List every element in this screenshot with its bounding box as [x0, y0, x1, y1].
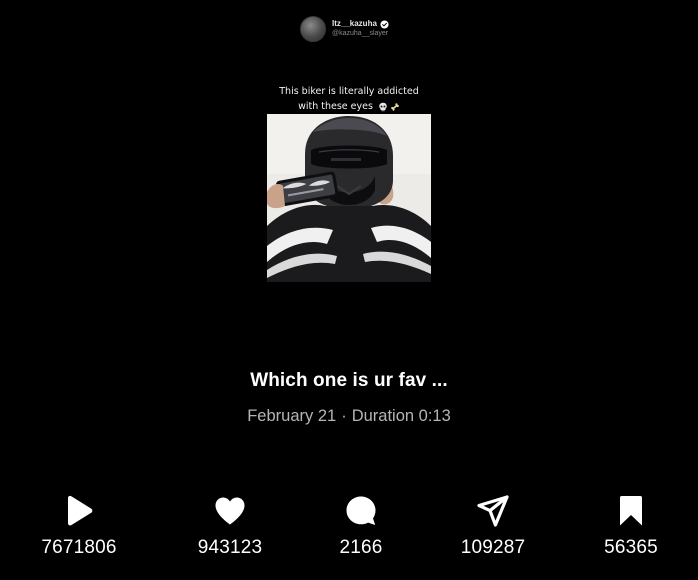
- caption-emojis: [378, 102, 400, 112]
- saves-count: 56365: [604, 537, 658, 558]
- post-date: February 21: [247, 407, 337, 425]
- thumbnail-image: [267, 114, 431, 282]
- shares-button[interactable]: 109287: [438, 494, 548, 559]
- comment-icon: [344, 494, 378, 528]
- plays-button[interactable]: 7671806: [24, 494, 134, 559]
- action-bar: 7671806 943123 2166 109287 56365: [0, 494, 698, 574]
- profile-name-row: Itz__kazuha: [332, 19, 389, 29]
- post-title: Which one is ur fav ...: [250, 370, 448, 391]
- post-meta: February 21 · Duration 0:13: [0, 407, 698, 426]
- play-icon: [62, 494, 96, 528]
- saves-button[interactable]: 56365: [576, 494, 686, 559]
- profile-handle: @kazuha__slayer: [332, 30, 389, 38]
- caption-line-2: with these eyes: [298, 101, 373, 112]
- verified-badge-icon: [380, 20, 389, 29]
- skull-icon: [379, 102, 387, 111]
- send-icon: [476, 494, 510, 528]
- video-thumbnail[interactable]: [267, 114, 431, 282]
- meta-separator: ·: [341, 407, 347, 425]
- caption-line-1: This biker is literally addicted: [279, 86, 419, 97]
- profile-header[interactable]: Itz__kazuha @kazuha__slayer: [300, 16, 389, 42]
- heart-icon: [213, 494, 247, 528]
- profile-text: Itz__kazuha @kazuha__slayer: [332, 19, 389, 38]
- bookmark-icon: [614, 494, 648, 528]
- likes-count: 943123: [197, 537, 263, 558]
- caption-line-2-row: with these eyes: [259, 99, 439, 114]
- plays-count: 7671806: [41, 537, 117, 558]
- video-caption-overlay: This biker is literally addicted with th…: [259, 84, 439, 114]
- likes-button[interactable]: 943123: [175, 494, 285, 559]
- comments-button[interactable]: 2166: [306, 494, 416, 559]
- bone-icon: [391, 102, 399, 111]
- avatar[interactable]: [300, 16, 326, 42]
- post-duration: Duration 0:13: [351, 407, 451, 425]
- shares-count: 109287: [460, 537, 526, 558]
- profile-name: Itz__kazuha: [332, 19, 377, 29]
- embedded-post-preview: Itz__kazuha @kazuha__slayer This biker i…: [0, 0, 698, 330]
- comments-count: 2166: [339, 537, 383, 558]
